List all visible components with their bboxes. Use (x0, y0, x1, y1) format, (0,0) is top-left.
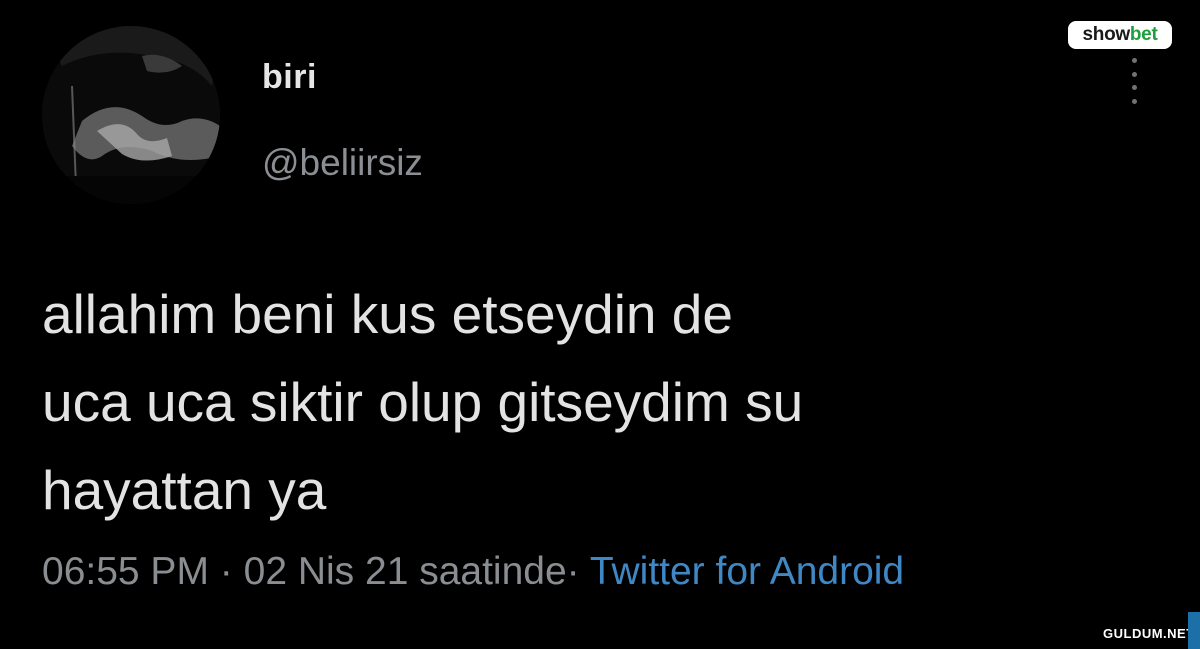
user-handle[interactable]: @beliirsiz (262, 142, 423, 184)
tweet-text-line: uca uca siktir olup gitseydim su (42, 371, 804, 433)
tweet-text: allahim beni kus etseydin de uca uca sik… (42, 270, 1142, 534)
more-vertical-icon[interactable] (1127, 58, 1141, 104)
brand-logo: show bet (1068, 21, 1172, 49)
edge-mark (1188, 612, 1200, 649)
brand-logo-part1: show (1082, 24, 1131, 45)
tweet-source-link[interactable]: Twitter for Android (590, 550, 904, 593)
tweet-time[interactable]: 06:55 PM (42, 550, 209, 593)
meta-separator: · (566, 550, 580, 593)
tweet-meta: 06:55 PM · 02 Nis 21 saatinde· Twitter f… (42, 550, 904, 594)
meta-separator: · (219, 550, 233, 593)
more-dot (1131, 98, 1137, 104)
more-dot (1131, 58, 1137, 63)
tweet-text-line: hayattan ya (42, 459, 327, 521)
more-dot (1131, 71, 1137, 77)
tweet-text-line: allahim beni kus etseydin de (42, 283, 733, 345)
site-watermark: GULDUM.NET (1103, 626, 1195, 641)
display-name[interactable]: biri (262, 58, 317, 97)
brand-logo-part2: bet (1129, 24, 1158, 45)
tweet-date[interactable]: 02 Nis 21 saatinde (244, 550, 567, 593)
more-dot (1131, 85, 1137, 91)
avatar[interactable] (42, 26, 220, 204)
avatar-photo-icon (42, 26, 220, 204)
